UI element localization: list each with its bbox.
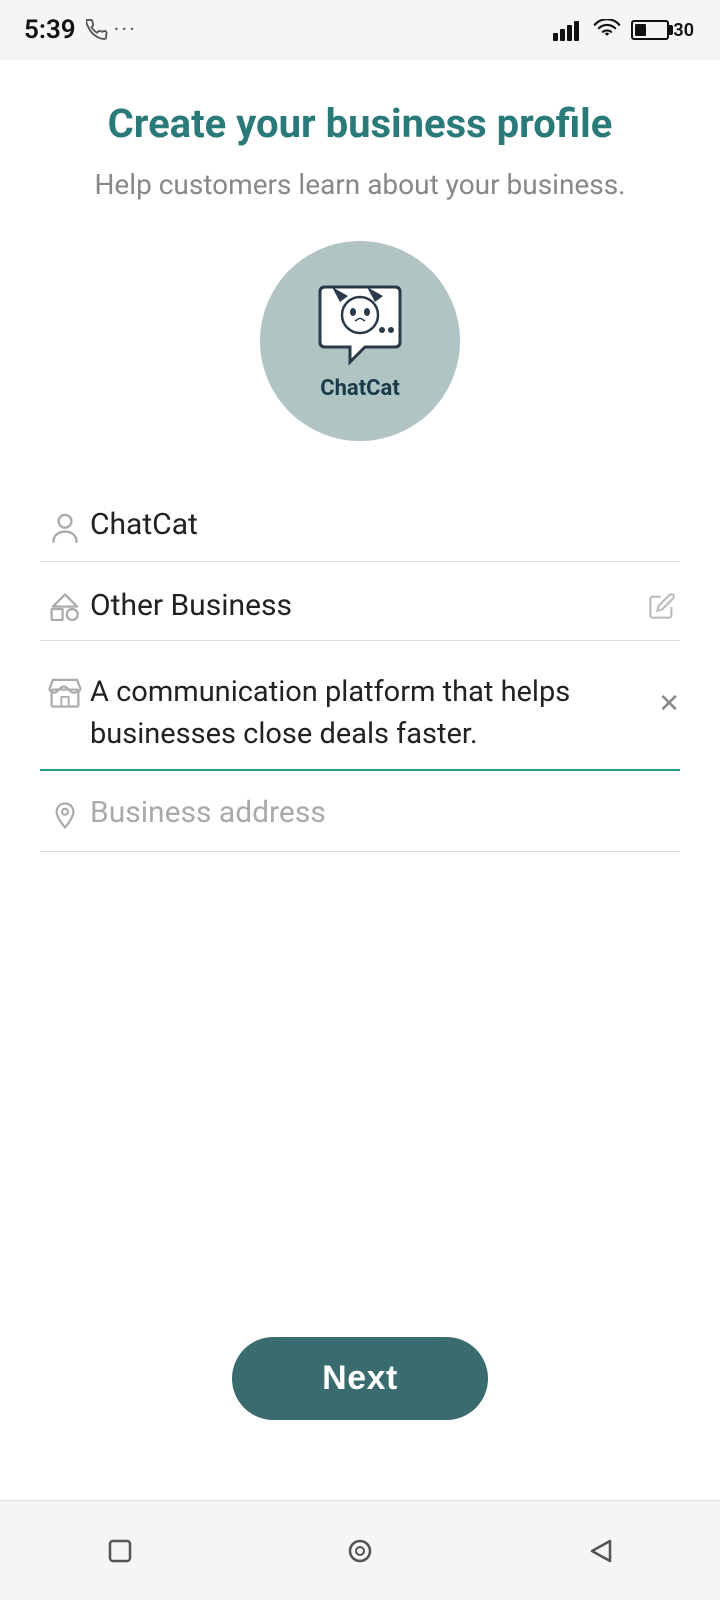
wifi-icon <box>593 19 621 41</box>
battery-level: 30 <box>673 20 694 41</box>
dots-icon: ··· <box>114 18 137 43</box>
back-button[interactable] <box>570 1521 630 1581</box>
location-icon <box>40 801 90 837</box>
description-value: A communication platform that helps busi… <box>90 675 570 751</box>
address-content: Business address <box>90 795 680 830</box>
battery-icon <box>631 20 669 40</box>
home-button[interactable] <box>330 1521 390 1581</box>
business-name-field[interactable]: ChatCat <box>40 491 680 562</box>
business-name-content: ChatCat <box>90 505 680 544</box>
chatcat-logo-icon <box>310 282 410 372</box>
category-value: Other Business <box>90 586 292 625</box>
signal-icon <box>553 19 583 41</box>
clear-description-button[interactable]: ✕ <box>658 689 680 719</box>
next-button[interactable]: Next <box>232 1337 488 1420</box>
description-field[interactable]: A communication platform that helps busi… <box>40 651 680 771</box>
battery-container: 30 <box>631 20 696 41</box>
address-placeholder: Business address <box>90 795 326 830</box>
business-name-value: ChatCat <box>90 505 198 544</box>
status-left: 5:39 ··· <box>24 15 137 45</box>
status-time: 5:39 <box>24 15 76 45</box>
person-icon <box>40 511 90 547</box>
status-icons-left: ··· <box>86 18 137 43</box>
call-icon <box>86 19 108 41</box>
category-field[interactable]: Other Business <box>40 572 680 641</box>
button-area: Next <box>40 1100 680 1500</box>
nav-bar <box>0 1500 720 1600</box>
status-right: 30 <box>553 19 696 41</box>
page-subtitle: Help customers learn about your business… <box>94 168 625 201</box>
main-content: Create your business profile Help custom… <box>0 60 720 1500</box>
category-icon <box>40 592 90 626</box>
recent-apps-button[interactable] <box>90 1521 150 1581</box>
description-content: A communication platform that helps busi… <box>90 671 680 755</box>
category-content: Other Business <box>90 586 680 625</box>
status-bar: 5:39 ··· 30 <box>0 0 720 60</box>
avatar-inner: ChatCat <box>310 282 410 401</box>
edit-category-icon[interactable] <box>644 588 680 624</box>
address-field[interactable]: Business address <box>40 781 680 852</box>
page-title: Create your business profile <box>108 100 613 148</box>
store-icon <box>40 675 90 709</box>
form-section: ChatCat Other Business <box>40 491 680 862</box>
avatar[interactable]: ChatCat <box>260 241 460 441</box>
avatar-brand-label: ChatCat <box>320 376 400 401</box>
